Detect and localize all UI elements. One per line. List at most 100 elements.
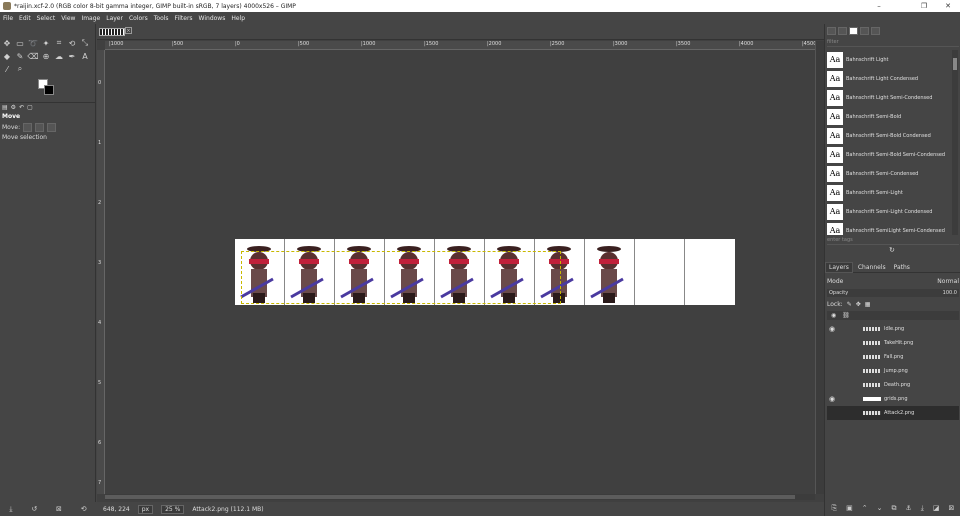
menu-select[interactable]: Select: [37, 15, 56, 22]
move-selection-button[interactable]: [35, 123, 45, 132]
crop-tool-icon[interactable]: ⌗: [54, 38, 64, 48]
mask-icon[interactable]: ◪: [933, 504, 940, 512]
eraser-tool-icon[interactable]: ⌫: [27, 51, 38, 61]
move-tool-icon[interactable]: ✥: [2, 38, 12, 48]
anchor-layer-icon[interactable]: ⚓: [905, 504, 911, 512]
layer-row[interactable]: Death.png: [827, 378, 959, 392]
background-color-swatch[interactable]: [44, 85, 54, 95]
eye-icon[interactable]: ◉: [827, 395, 837, 403]
text-tool-icon[interactable]: A: [80, 51, 90, 61]
zoom-select[interactable]: 25 %: [161, 504, 185, 514]
menu-colors[interactable]: Colors: [129, 15, 148, 22]
layer-row-selected[interactable]: Attack2.png: [827, 406, 959, 420]
smudge-tool-icon[interactable]: ☁: [54, 51, 64, 61]
font-list-item[interactable]: Aa Bahnschrift Light Semi-Condensed: [827, 88, 951, 107]
maximize-button[interactable]: ❐: [913, 0, 935, 12]
layer-row[interactable]: Fall.png: [827, 350, 959, 364]
brushes-tab-icon[interactable]: [827, 27, 836, 35]
font-list-item[interactable]: Aa Bahnschrift Semi-Condensed: [827, 164, 951, 183]
menu-file[interactable]: File: [3, 15, 13, 22]
vertical-scrollbar[interactable]: [815, 41, 824, 494]
horizontal-scrollbar[interactable]: [105, 494, 815, 500]
lasso-tool-icon[interactable]: ➰: [28, 38, 38, 48]
font-list-item[interactable]: Aa Bahnschrift Light: [827, 50, 951, 69]
save-tool-preset-icon[interactable]: ⤓: [9, 505, 12, 514]
warp-tool-icon[interactable]: ⤡: [80, 38, 90, 48]
new-layer-icon[interactable]: ⎘: [832, 504, 838, 513]
menu-image[interactable]: Image: [81, 15, 100, 22]
merge-down-icon[interactable]: ⤓: [921, 504, 924, 513]
menu-help[interactable]: Help: [231, 15, 245, 22]
menu-windows[interactable]: Windows: [199, 15, 226, 22]
layer-row[interactable]: ◉ Idle.png: [827, 322, 959, 336]
layer-row[interactable]: Jump.png: [827, 364, 959, 378]
lock-position-icon[interactable]: ✥: [856, 301, 861, 308]
lock-alpha-icon[interactable]: ▦: [865, 301, 871, 308]
device-status-icon[interactable]: ⚙: [11, 104, 16, 111]
scrollbar-thumb[interactable]: [953, 58, 957, 70]
tool-options-icon[interactable]: ▤: [2, 104, 8, 111]
transform-tool-icon[interactable]: ⟲: [67, 38, 77, 48]
font-tags-input[interactable]: enter tags: [827, 237, 959, 245]
menu-tools[interactable]: Tools: [154, 15, 169, 22]
font-list-item[interactable]: Aa Bahnschrift Light Condensed: [827, 69, 951, 88]
unit-select[interactable]: px: [137, 504, 154, 514]
path-tool-icon[interactable]: ✒: [67, 51, 77, 61]
horizontal-ruler[interactable]: |1000 |500 |0 |500 |1000 |1500 |2000 |25…: [105, 41, 816, 50]
layer-row[interactable]: TakeHit.png: [827, 336, 959, 350]
palettes-tab-icon[interactable]: [871, 27, 880, 35]
close-button[interactable]: ✕: [937, 0, 959, 12]
clone-tool-icon[interactable]: ⊕: [41, 51, 51, 61]
bucket-fill-tool-icon[interactable]: ◆: [2, 51, 12, 61]
refresh-fonts-icon[interactable]: ↻: [889, 246, 895, 254]
patterns-tab-icon[interactable]: [838, 27, 847, 35]
vertical-ruler[interactable]: 0 1 2 3 4 5 6 7: [97, 50, 105, 494]
color-picker-tool-icon[interactable]: ⁄: [2, 64, 12, 74]
menu-filters[interactable]: Filters: [175, 15, 193, 22]
rect-select-tool-icon[interactable]: ▭: [15, 38, 25, 48]
minimize-button[interactable]: –: [868, 0, 890, 12]
gradients-tab-icon[interactable]: [860, 27, 869, 35]
canvas-area[interactable]: [105, 51, 815, 494]
font-list-scrollbar[interactable]: [952, 50, 958, 235]
font-list-item[interactable]: Aa Bahnschrift Semi-Bold Condensed: [827, 126, 951, 145]
font-list-item[interactable]: Aa Bahnschrift SemiLight Semi-Condensed: [827, 221, 951, 235]
reset-tool-options-icon[interactable]: ⟲: [81, 505, 87, 513]
raise-layer-icon[interactable]: ⌃: [862, 504, 868, 512]
font-filter-input[interactable]: filter: [827, 39, 959, 47]
menu-edit[interactable]: Edit: [19, 15, 31, 22]
mode-select[interactable]: Normal: [937, 278, 959, 285]
font-list-item[interactable]: Aa Bahnschrift Semi-Light Condensed: [827, 202, 951, 221]
font-list-item[interactable]: Aa Bahnschrift Semi-Light: [827, 183, 951, 202]
lower-layer-icon[interactable]: ⌄: [877, 504, 883, 512]
delete-tool-preset-icon[interactable]: ⊠: [56, 505, 62, 513]
duplicate-layer-icon[interactable]: ⧉: [891, 504, 896, 513]
image-tab-close-icon[interactable]: ×: [125, 27, 132, 34]
scrollbar-thumb[interactable]: [105, 495, 795, 499]
layer-thumbnail: [863, 411, 881, 415]
image-tab-thumbnail[interactable]: [99, 28, 125, 36]
opacity-slider[interactable]: Opacity 100.0: [827, 289, 959, 297]
zoom-tool-icon[interactable]: ⌕: [15, 64, 25, 74]
delete-layer-icon[interactable]: ⊠: [949, 504, 955, 512]
fonts-tab-icon[interactable]: [849, 27, 858, 35]
image-canvas[interactable]: [235, 239, 735, 305]
restore-tool-preset-icon[interactable]: ↺: [31, 505, 37, 513]
undo-history-icon[interactable]: ↶: [19, 104, 24, 111]
menu-view[interactable]: View: [61, 15, 75, 22]
layer-row[interactable]: ◉ grids.png: [827, 392, 959, 406]
lock-pixels-icon[interactable]: ✎: [847, 301, 852, 308]
menu-layer[interactable]: Layer: [106, 15, 123, 22]
tab-layers[interactable]: Layers: [825, 261, 853, 273]
font-list-item[interactable]: Aa Bahnschrift Semi-Bold: [827, 107, 951, 126]
eye-icon[interactable]: ◉: [827, 325, 837, 333]
tab-channels[interactable]: Channels: [855, 263, 889, 272]
fuzzy-select-tool-icon[interactable]: ✦: [41, 38, 51, 48]
move-layer-button[interactable]: [23, 123, 33, 132]
paintbrush-tool-icon[interactable]: ✎: [15, 51, 25, 61]
images-icon[interactable]: ▢: [27, 104, 33, 111]
move-path-button[interactable]: [47, 123, 57, 132]
new-group-icon[interactable]: ▣: [846, 504, 853, 512]
font-list-item[interactable]: Aa Bahnschrift Semi-Bold Semi-Condensed: [827, 145, 951, 164]
tab-paths[interactable]: Paths: [891, 263, 913, 272]
